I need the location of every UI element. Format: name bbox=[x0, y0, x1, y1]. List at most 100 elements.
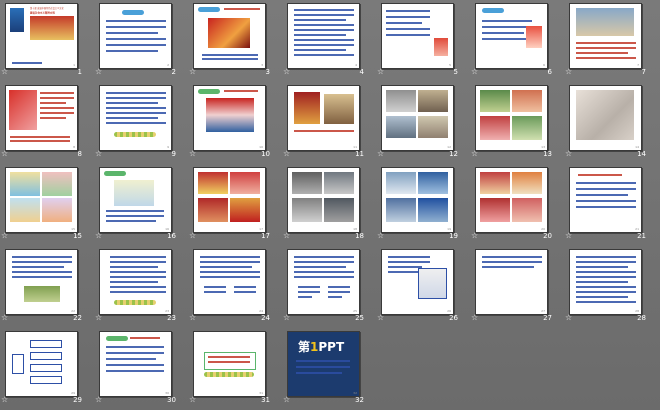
slide-photo bbox=[512, 116, 542, 140]
slide-thumbnail-cell[interactable]: 28 ☆ 28 bbox=[564, 246, 658, 328]
slide-thumbnail-cell[interactable]: 23 ☆ 23 bbox=[94, 246, 188, 328]
slide-thumbnail-cell[interactable]: 7 ☆ 7 bbox=[564, 0, 658, 82]
slide-photo bbox=[206, 98, 254, 132]
text-line bbox=[576, 301, 636, 303]
slide-thumbnail[interactable]: 第1PPT 32 bbox=[287, 331, 360, 397]
slide-number-label: 3 bbox=[265, 68, 270, 76]
slide-thumbnail-cell[interactable]: 24 ☆ 24 bbox=[188, 246, 282, 328]
slide-thumbnail-cell[interactable]: 22 ☆ 22 bbox=[0, 246, 94, 328]
slide-thumbnail-cell[interactable]: 第十课 发展中国特色社会主义文化 建设社会主义精神文明 1 ☆ 1 bbox=[0, 0, 94, 82]
slide-thumbnail[interactable]: 7 bbox=[569, 3, 642, 69]
slide-thumbnail-cell[interactable]: 29 ☆ 29 bbox=[0, 328, 94, 410]
slide-thumbnail-cell[interactable]: 10 ☆ 10 bbox=[188, 82, 282, 164]
slide-thumbnail[interactable]: 18 bbox=[287, 167, 360, 233]
text-line bbox=[386, 16, 430, 18]
slide-thumbnail[interactable]: 4 bbox=[287, 3, 360, 69]
slide-thumbnail[interactable]: 2 bbox=[99, 3, 172, 69]
text-line bbox=[106, 102, 158, 104]
slide-thumbnail-cell[interactable]: 19 ☆ 19 bbox=[376, 164, 470, 246]
slide-thumbnail[interactable]: 17 bbox=[193, 167, 266, 233]
text-line bbox=[482, 26, 532, 28]
text-line bbox=[294, 276, 354, 278]
diagram-branch-box bbox=[30, 352, 62, 360]
slide-thumbnail[interactable]: 5 bbox=[381, 3, 454, 69]
slide-page-number: 26 bbox=[447, 309, 451, 313]
slide-thumbnail-cell[interactable]: 16 ☆ 16 bbox=[94, 164, 188, 246]
slide-thumbnail-cell[interactable]: 2 ☆ 2 bbox=[94, 0, 188, 82]
slide-number-label: 6 bbox=[547, 68, 552, 76]
slide-photo bbox=[42, 172, 72, 196]
slide-thumbnail-cell[interactable]: 30 ☆ 30 bbox=[94, 328, 188, 410]
slide-thumbnail[interactable]: 14 bbox=[569, 85, 642, 151]
slide-photo bbox=[480, 198, 510, 222]
slide-thumbnail[interactable]: 28 bbox=[569, 249, 642, 315]
text-line bbox=[388, 266, 422, 268]
slide-thumbnail[interactable]: 12 bbox=[381, 85, 454, 151]
slide-thumbnail-cell[interactable]: 12 ☆ 12 bbox=[376, 82, 470, 164]
text-line bbox=[234, 286, 256, 288]
text-line bbox=[208, 361, 250, 363]
diagram-root-box bbox=[12, 354, 24, 374]
slide-thumbnail[interactable]: 22 bbox=[5, 249, 78, 315]
text-line bbox=[200, 271, 260, 273]
slide-transition-icon: ☆ bbox=[471, 149, 479, 158]
slide-thumbnail-cell[interactable]: 18 ☆ 18 bbox=[282, 164, 376, 246]
text-line bbox=[296, 366, 350, 368]
slide-thumbnail-cell[interactable]: 11 ☆ 11 bbox=[282, 82, 376, 164]
slide-thumbnail-cell[interactable]: 20 ☆ 20 bbox=[470, 164, 564, 246]
slide-thumbnail-cell[interactable]: 27 ☆ 27 bbox=[470, 246, 564, 328]
slide-transition-icon: ☆ bbox=[1, 231, 9, 240]
slide-page-number: 30 bbox=[165, 391, 169, 395]
slide-thumbnail[interactable]: 20 bbox=[475, 167, 548, 233]
slide-thumbnail[interactable]: 27 bbox=[475, 249, 548, 315]
slide-thumbnail-cell[interactable]: 9 ☆ 9 bbox=[94, 82, 188, 164]
slide-thumbnail-cell[interactable]: 4 ☆ 4 bbox=[282, 0, 376, 82]
slide-thumbnail-cell[interactable]: 31 ☆ 31 bbox=[188, 328, 282, 410]
text-line bbox=[386, 34, 430, 36]
slide-thumbnail-cell[interactable]: 26 ☆ 26 bbox=[376, 246, 470, 328]
text-line bbox=[106, 358, 156, 360]
slide-thumbnail[interactable]: 31 bbox=[193, 331, 266, 397]
slide-thumbnail-cell[interactable]: 6 ☆ 6 bbox=[470, 0, 564, 82]
slide-thumbnail[interactable]: 30 bbox=[99, 331, 172, 397]
slide-thumbnail[interactable]: 3 bbox=[193, 3, 266, 69]
slide-page-number: 7 bbox=[637, 63, 639, 67]
slide-thumbnail[interactable]: 16 bbox=[99, 167, 172, 233]
slide-thumbnail-cell[interactable]: 5 ☆ 5 bbox=[376, 0, 470, 82]
slide-page-number: 10 bbox=[259, 145, 263, 149]
slide-thumbnail[interactable]: 25 bbox=[287, 249, 360, 315]
slide-title: 建设社会主义精神文明 bbox=[30, 11, 55, 15]
slide-thumbnail[interactable]: 23 bbox=[99, 249, 172, 315]
slide-thumbnail[interactable]: 9 bbox=[99, 85, 172, 151]
slide-thumbnail-cell[interactable]: 25 ☆ 25 bbox=[282, 246, 376, 328]
slide-thumbnail-cell[interactable]: 14 ☆ 14 bbox=[564, 82, 658, 164]
slide-thumbnail-cell[interactable]: 13 ☆ 13 bbox=[470, 82, 564, 164]
slide-photo bbox=[480, 172, 510, 194]
section-badge bbox=[198, 7, 220, 12]
slide-thumbnail[interactable]: 8 bbox=[5, 85, 78, 151]
slide-thumbnail[interactable]: 29 bbox=[5, 331, 78, 397]
slide-thumbnail[interactable]: 6 bbox=[475, 3, 548, 69]
text-line bbox=[576, 291, 636, 293]
slide-thumbnail[interactable]: 10 bbox=[193, 85, 266, 151]
slide-thumbnail[interactable]: 15 bbox=[5, 167, 78, 233]
slide-thumbnail-cell[interactable]: 15 ☆ 15 bbox=[0, 164, 94, 246]
slide-thumbnail[interactable]: 11 bbox=[287, 85, 360, 151]
slide-photo bbox=[198, 172, 228, 194]
slide-thumbnail-cell[interactable]: 3 ☆ 3 bbox=[188, 0, 282, 82]
slide-thumbnail[interactable]: 19 bbox=[381, 167, 454, 233]
slide-photo bbox=[480, 90, 510, 112]
slide-thumbnail-cell[interactable]: 第1PPT 32 ☆ 32 bbox=[282, 328, 376, 410]
slide-thumbnail[interactable]: 24 bbox=[193, 249, 266, 315]
slide-thumbnail[interactable]: 第十课 发展中国特色社会主义文化 建设社会主义精神文明 1 bbox=[5, 3, 78, 69]
text-line bbox=[294, 44, 354, 46]
slide-thumbnail[interactable]: 13 bbox=[475, 85, 548, 151]
slide-thumbnail[interactable]: 26 bbox=[381, 249, 454, 315]
slide-page-number: 16 bbox=[165, 227, 169, 231]
slide-thumbnail-cell[interactable]: 21 ☆ 21 bbox=[564, 164, 658, 246]
slide-photo bbox=[9, 90, 37, 130]
slide-thumbnail[interactable]: 21 bbox=[569, 167, 642, 233]
slide-page-number: 32 bbox=[353, 391, 357, 395]
slide-thumbnail-cell[interactable]: 17 ☆ 17 bbox=[188, 164, 282, 246]
slide-thumbnail-cell[interactable]: 8 ☆ 8 bbox=[0, 82, 94, 164]
